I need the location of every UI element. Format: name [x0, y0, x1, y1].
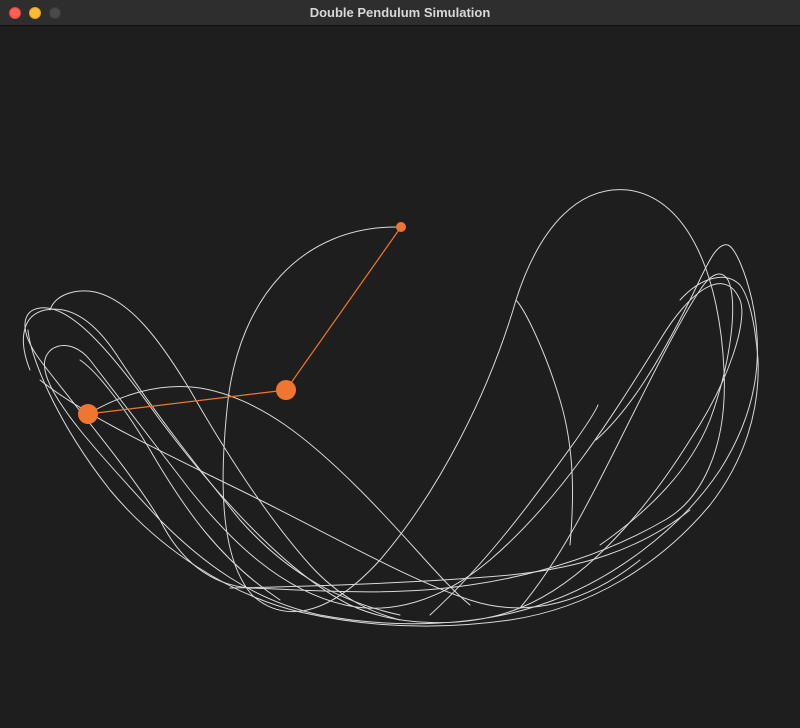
trail-path — [515, 299, 574, 546]
trail-path — [22, 308, 401, 616]
simulation-svg — [22, 189, 759, 627]
trail-path — [49, 290, 401, 621]
trail-path — [24, 189, 758, 625]
trail-path — [229, 509, 691, 589]
app-window: Double Pendulum Simulation — [0, 0, 800, 728]
window-title: Double Pendulum Simulation — [309, 5, 491, 20]
trail-path — [429, 404, 599, 616]
trail-path — [27, 276, 759, 627]
trail-group — [22, 189, 759, 627]
pendulum-pivot — [396, 222, 406, 232]
trail-path — [39, 379, 641, 609]
trail-path — [79, 359, 281, 601]
pendulum-bob-2 — [78, 404, 98, 424]
trail-path — [87, 386, 471, 606]
title-bar[interactable]: Double Pendulum Simulation — [0, 0, 800, 26]
trail-path — [519, 273, 734, 609]
simulation-canvas — [0, 26, 800, 728]
pendulum-arm-upper — [285, 226, 402, 391]
pendulum-bob-1 — [276, 380, 296, 400]
pendulum-arm-lower — [87, 389, 287, 415]
